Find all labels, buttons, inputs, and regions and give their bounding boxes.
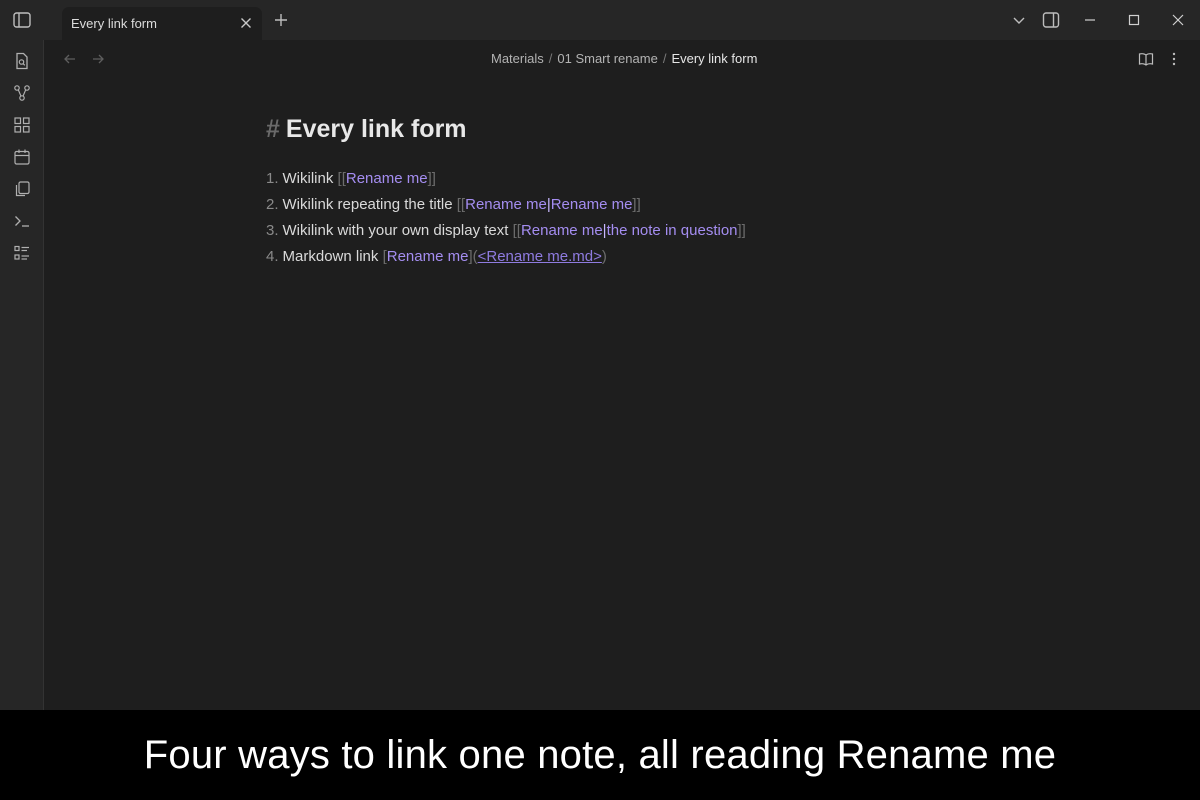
back-arrow-icon[interactable] [62, 51, 78, 67]
item-label: Wikilink [282, 170, 334, 187]
heading-text: Every link form [285, 115, 467, 143]
tab-list-chevron-down-icon[interactable] [1010, 11, 1028, 29]
terminal-icon[interactable] [13, 212, 31, 230]
wikilink-display[interactable]: the note in question [607, 222, 738, 239]
forward-arrow-icon[interactable] [90, 51, 106, 67]
link-bracket-close: ]] [632, 196, 641, 213]
caption-text: Four ways to link one note, all reading … [143, 733, 1057, 777]
minimize-icon[interactable] [1081, 11, 1099, 29]
item-label: Markdown link [282, 248, 379, 265]
caption-bar: Four ways to link one note, all reading … [0, 710, 1200, 800]
breadcrumb-item-materials[interactable]: Materials [491, 51, 544, 66]
breadcrumb-separator: / [548, 51, 553, 66]
markdown-link-url[interactable]: <Rename me.md> [478, 248, 602, 265]
breadcrumb-current[interactable]: Every link form [671, 51, 757, 66]
list-item: 3. Wikilink with your own display text [[… [266, 218, 966, 244]
window-close-icon[interactable] [1169, 11, 1187, 29]
wikilink-display[interactable]: Rename me [551, 196, 633, 213]
view-header: Materials / 01 Smart rename / Every link for… [44, 40, 1200, 78]
list-icon[interactable] [13, 244, 31, 262]
link-bracket-close: ]] [427, 170, 436, 187]
file-search-icon[interactable] [13, 52, 31, 70]
breadcrumb-item-smart-rename[interactable]: 01 Smart rename [557, 51, 657, 66]
copy-icon[interactable] [13, 180, 31, 198]
wikilink-target[interactable]: Rename me [346, 170, 428, 187]
item-label: Wikilink with your own display text [282, 222, 509, 239]
right-sidebar-toggle-icon[interactable] [1042, 11, 1060, 29]
calendar-icon[interactable] [13, 148, 31, 166]
reading-view-book-icon[interactable] [1138, 51, 1154, 67]
title-bar: Every link form [0, 0, 1200, 40]
graph-icon[interactable] [13, 84, 31, 102]
list-number: 4. [266, 248, 279, 265]
more-options-icon[interactable] [1166, 51, 1182, 67]
md-url-paren-close: ) [601, 248, 607, 265]
breadcrumb-separator: / [662, 51, 667, 66]
link-bracket-open: [[ [512, 222, 521, 239]
breadcrumb: Materials / 01 Smart rename / Every link for… [491, 51, 757, 66]
maximize-icon[interactable] [1125, 11, 1143, 29]
sidebar-toggle-icon[interactable] [12, 10, 32, 30]
tab-active[interactable]: Every link form [62, 7, 262, 40]
grid-icon[interactable] [13, 116, 31, 134]
note-editor[interactable]: # Every link form 1. Wikilink [[Rename me]… [266, 112, 966, 270]
list-number: 1. [266, 170, 279, 187]
list-item: 1. Wikilink [[Rename me]] [266, 166, 966, 192]
link-list: 1. Wikilink [[Rename me]] 2. Wikilink repe… [266, 166, 966, 270]
note-heading: # Every link form [266, 112, 966, 146]
wikilink-target[interactable]: Rename me [465, 196, 547, 213]
item-label: Wikilink repeating the title [282, 196, 453, 213]
markdown-link-text[interactable]: Rename me [387, 248, 469, 265]
list-number: 2. [266, 196, 279, 213]
list-item: 2. Wikilink repeating the title [[Rename … [266, 192, 966, 218]
link-bracket-open: [[ [337, 170, 346, 187]
list-item: 4. Markdown link [Rename me](<Rename me.m… [266, 244, 966, 270]
heading-marker: # [266, 115, 280, 143]
left-ribbon [0, 40, 44, 710]
tab-title: Every link form [71, 16, 157, 31]
new-tab-plus-icon[interactable] [272, 11, 290, 29]
link-bracket-open: [[ [456, 196, 466, 213]
link-bracket-close: ]] [737, 222, 746, 239]
list-number: 3. [266, 222, 279, 239]
close-icon[interactable] [238, 15, 254, 31]
wikilink-target[interactable]: Rename me [521, 222, 603, 239]
